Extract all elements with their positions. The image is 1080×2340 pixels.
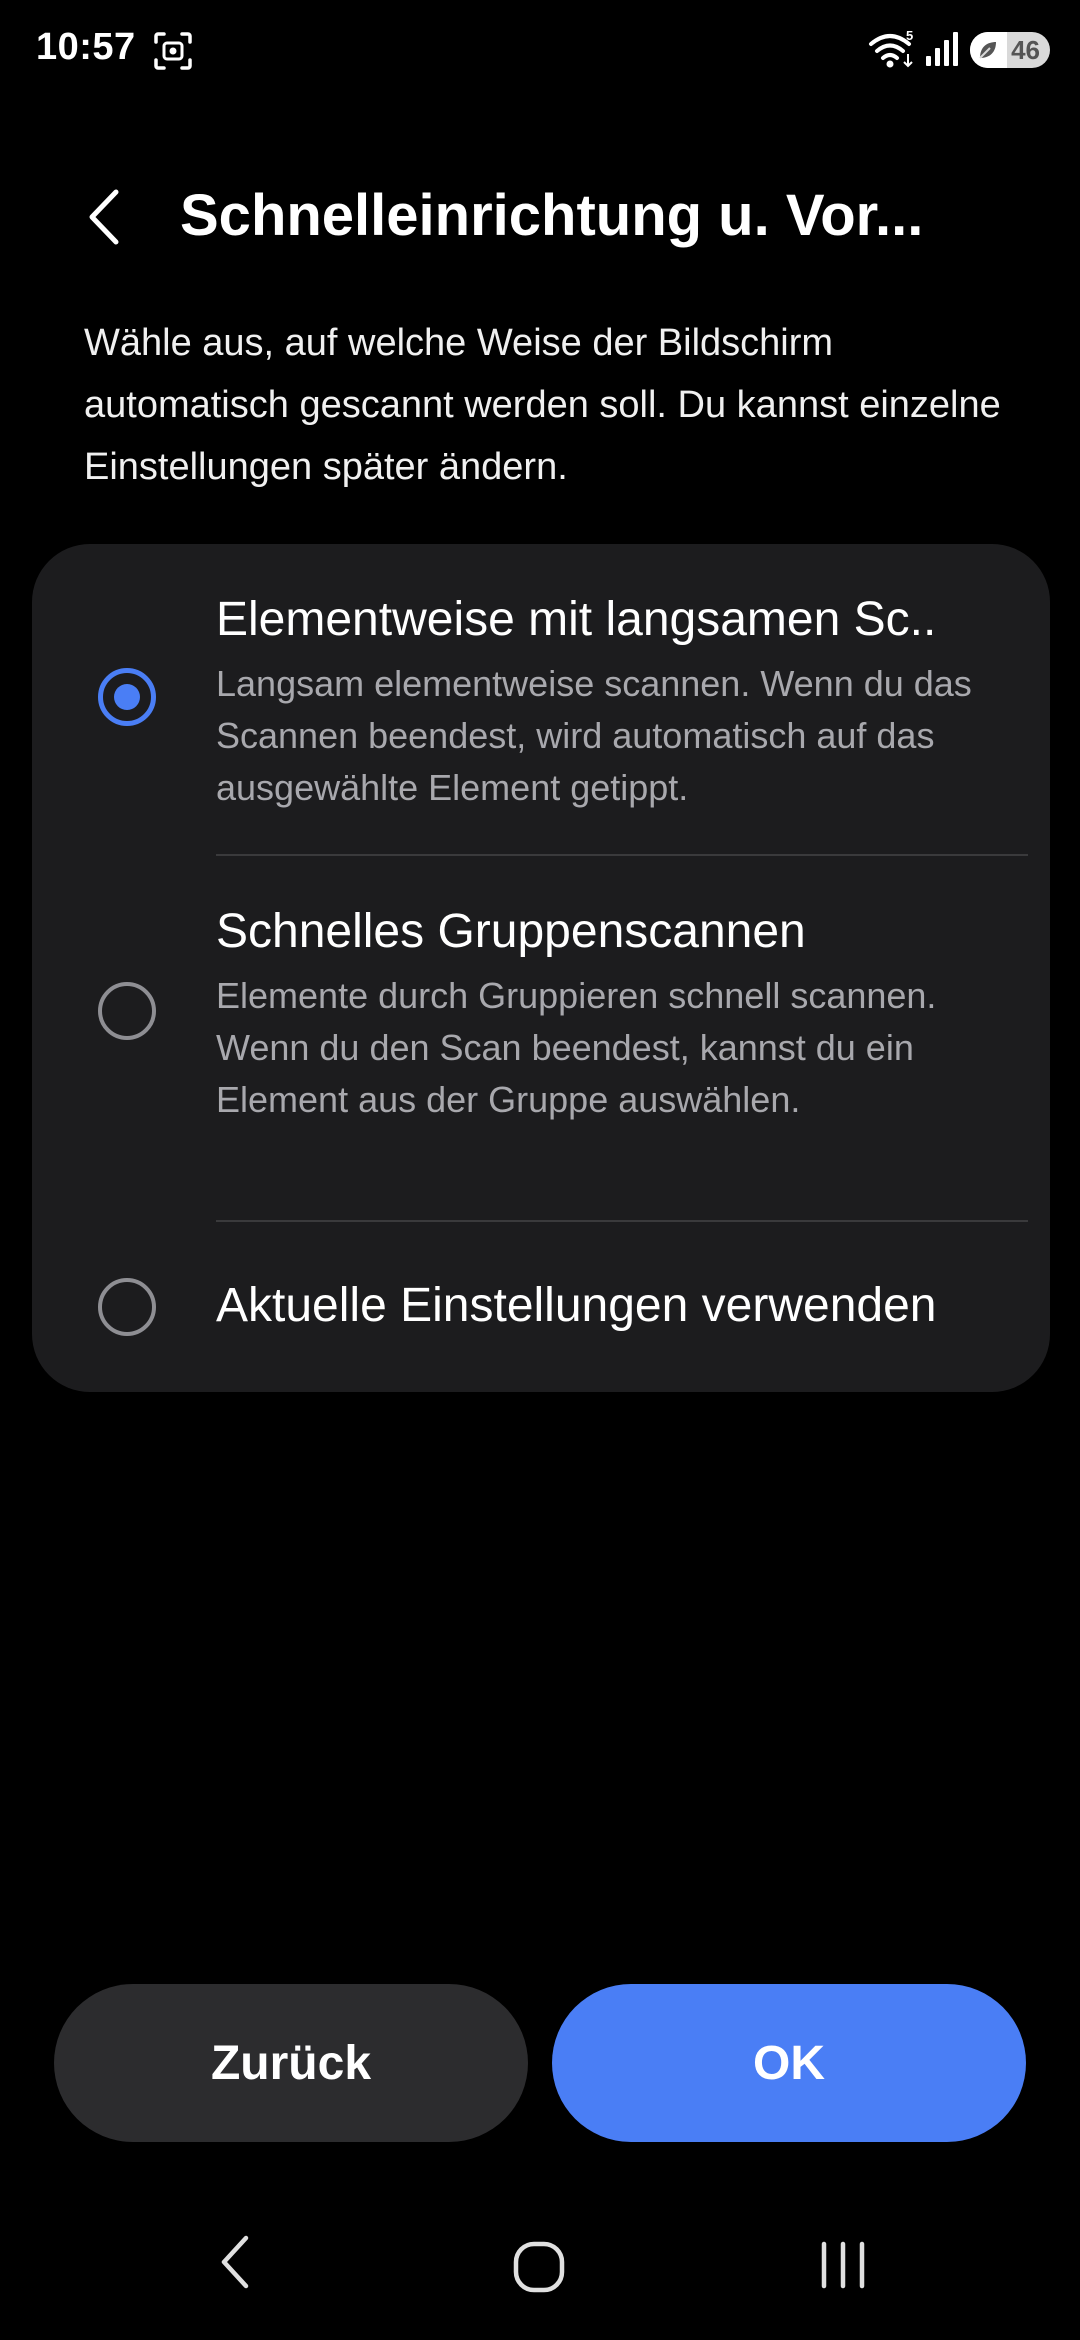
back-button[interactable]: Zurück — [54, 1984, 528, 2142]
option-fast-group-scan[interactable]: Schnelles Gruppenscannen Elemente durch … — [32, 856, 1050, 1220]
scan-options-card: Elementweise mit langsamen Sc.. Langsam … — [32, 544, 1050, 1392]
nav-home-icon[interactable] — [512, 2240, 566, 2294]
option-description: Elemente durch Gruppieren schnell scanne… — [216, 975, 937, 1120]
power-saving-leaf-icon — [979, 42, 996, 59]
battery-indicator: 46 — [970, 32, 1050, 68]
option-description: Langsam elementweise scannen. Wenn du da… — [216, 663, 972, 808]
radio-button-selected[interactable] — [98, 668, 156, 726]
option-slow-element-scan[interactable]: Elementweise mit langsamen Sc.. Langsam … — [32, 544, 1050, 854]
cell-signal-icon — [926, 32, 958, 66]
status-bar: 10:57 5 46 — [0, 0, 1080, 100]
battery-percent: 46 — [1011, 35, 1040, 65]
option-title: Elementweise mit langsamen Sc.. — [216, 593, 937, 646]
screen-capture-icon — [154, 32, 192, 70]
radio-button[interactable] — [98, 982, 156, 1040]
nav-back-icon[interactable] — [212, 2232, 262, 2292]
nav-recents-icon[interactable] — [818, 2240, 868, 2290]
radio-button[interactable] — [98, 1278, 156, 1336]
option-title: Aktuelle Einstellungen verwenden — [216, 1279, 937, 1332]
status-time: 10:57 — [36, 26, 136, 68]
page-title: Schnelleinrichtung u. Vor... — [180, 183, 924, 248]
ok-button[interactable]: OK — [552, 1984, 1026, 2142]
option-title: Schnelles Gruppenscannen — [216, 905, 806, 958]
screen: 10:57 5 46 Schnelleinrichtung u. Vor... … — [0, 0, 1080, 2340]
wifi-badge: 5 — [906, 28, 913, 43]
back-arrow-icon[interactable] — [70, 182, 140, 252]
page-description: Wähle aus, auf welche Weise der Bildschi… — [84, 322, 1001, 488]
option-use-current-settings[interactable]: Aktuelle Einstellungen verwenden — [32, 1222, 1050, 1392]
wifi-icon: 5 — [869, 28, 913, 68]
